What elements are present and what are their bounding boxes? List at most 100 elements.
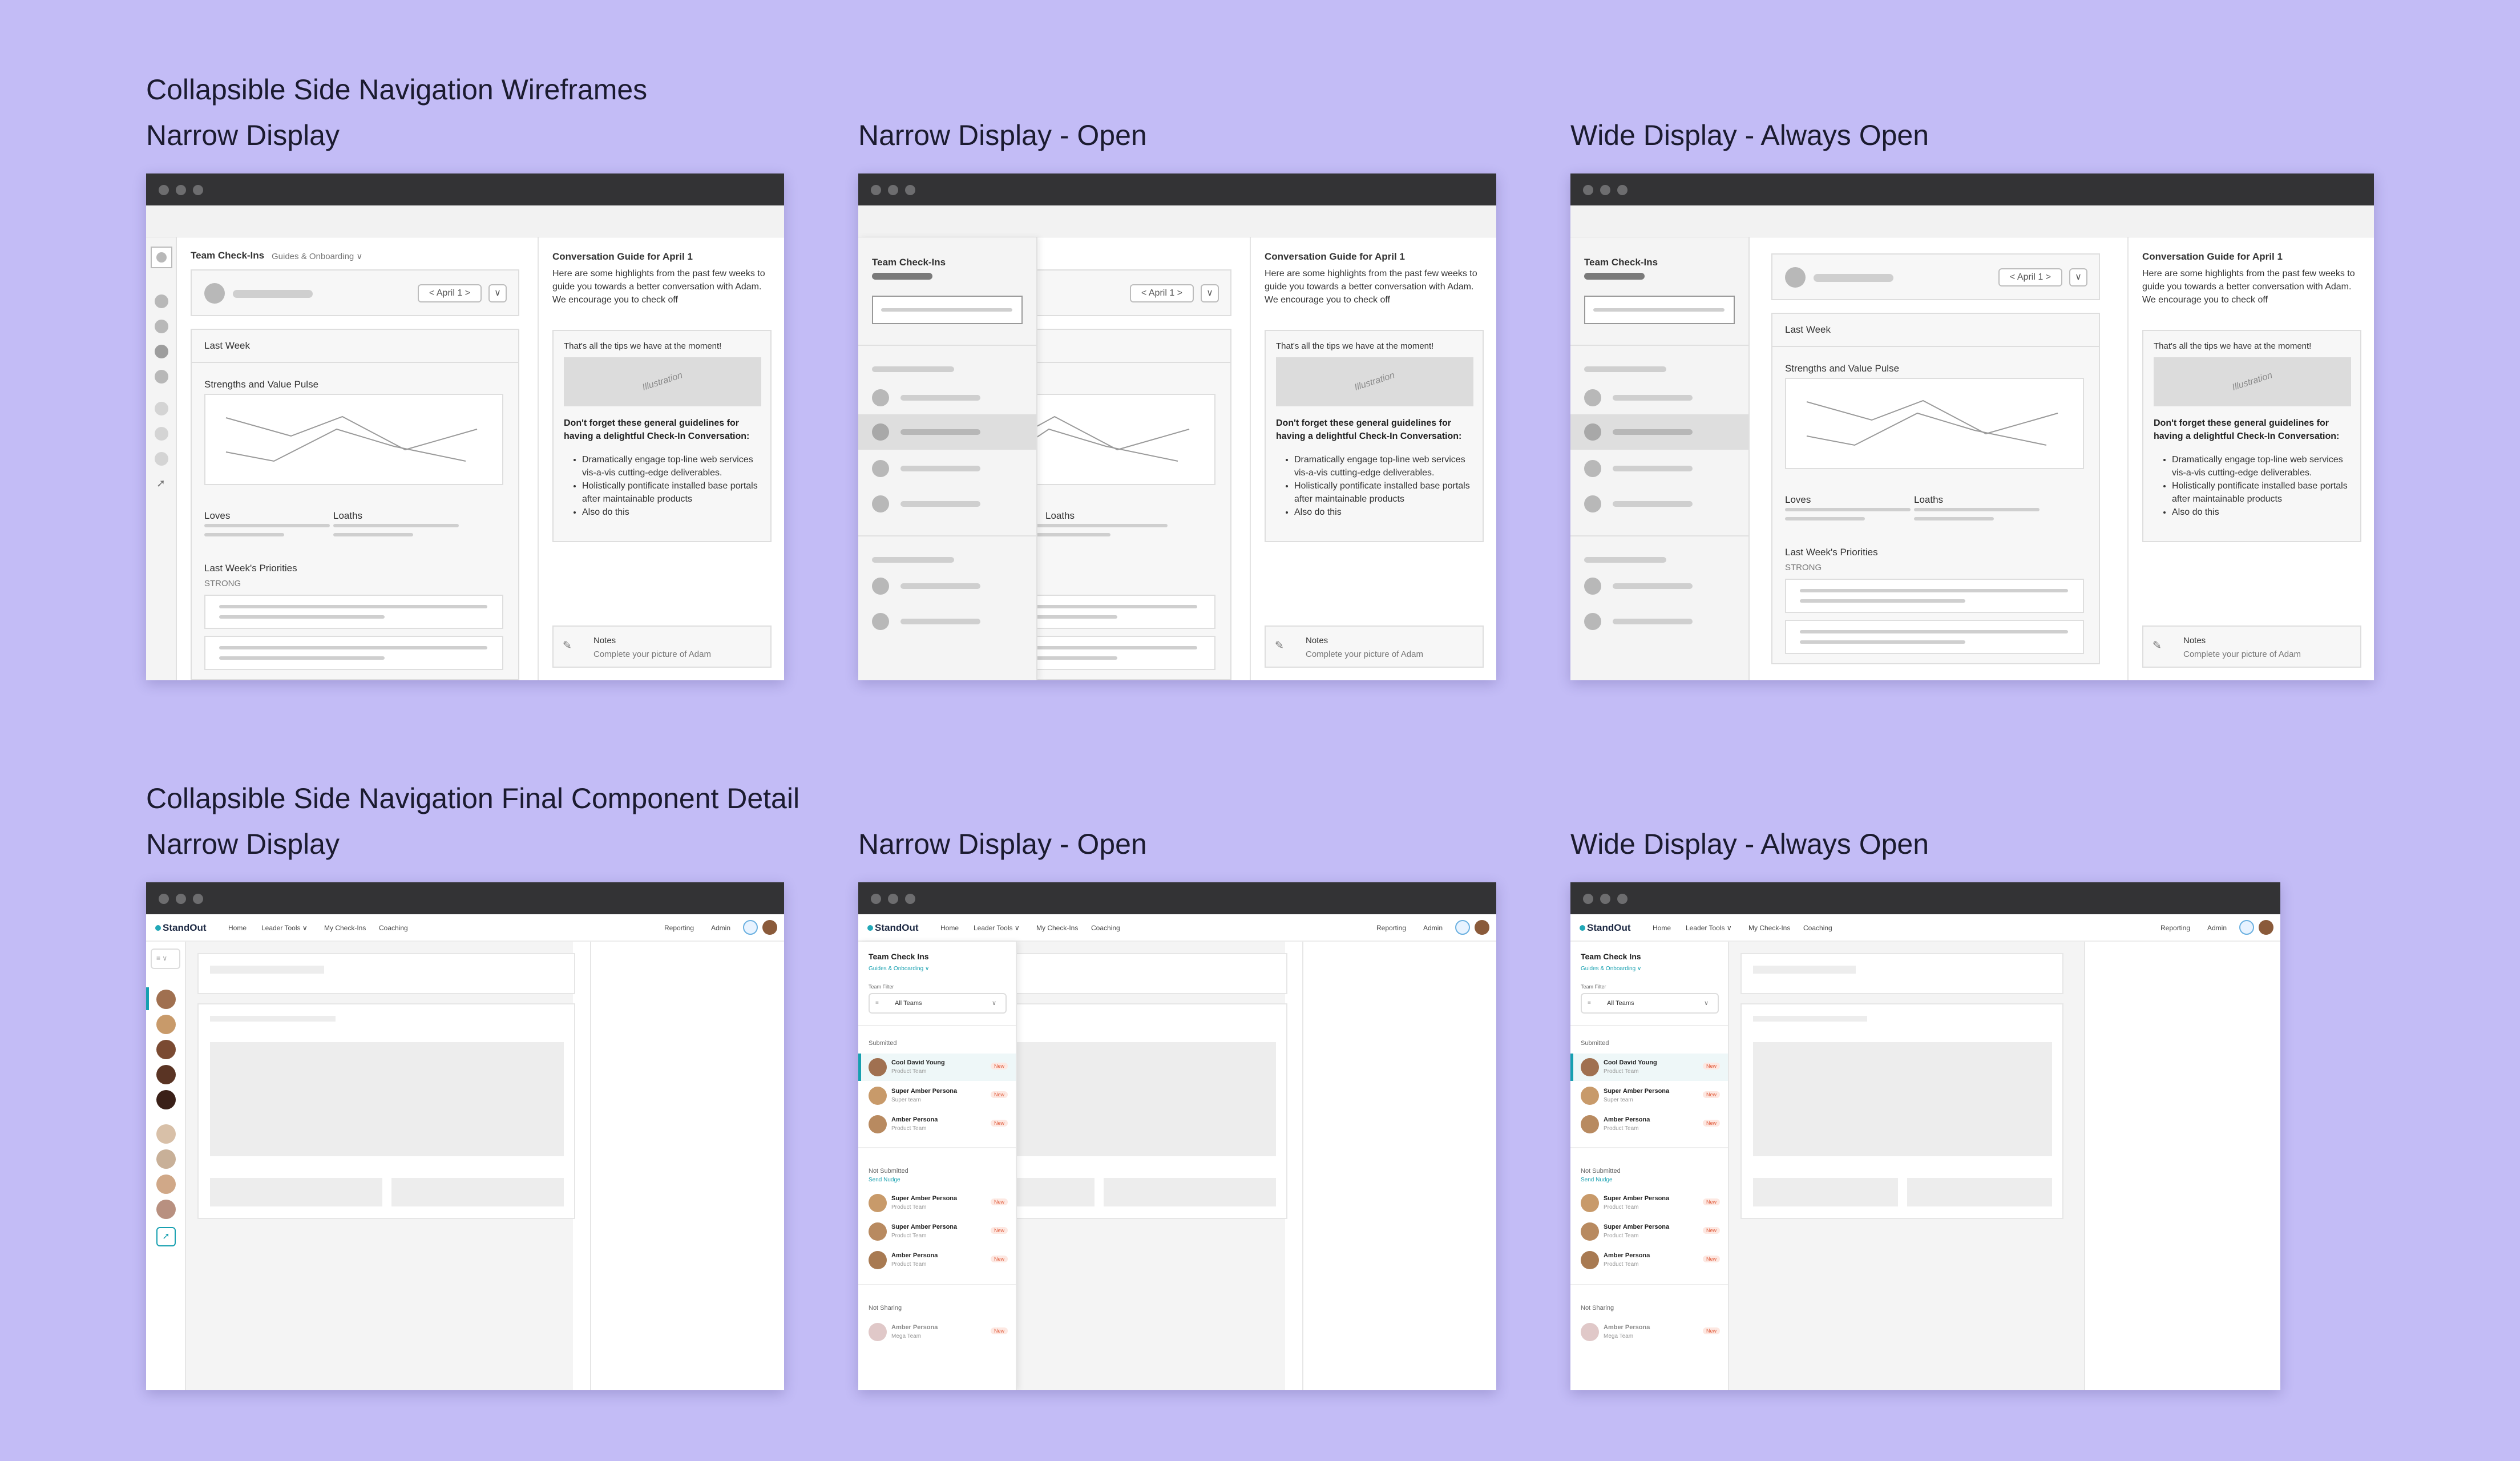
rail-avatar[interactable] (155, 294, 168, 308)
window-dot-close[interactable] (871, 185, 881, 195)
nav-reporting[interactable]: Reporting (1376, 924, 1406, 932)
person-avatar[interactable] (156, 1090, 176, 1109)
nav-my-checkins[interactable]: My Check-Ins (324, 924, 366, 932)
nav-reporting[interactable]: Reporting (664, 924, 694, 932)
notification-icon[interactable] (1455, 920, 1470, 935)
date-picker-button[interactable]: < April 1 > (1130, 284, 1194, 302)
nav-admin[interactable]: Admin (2207, 924, 2227, 932)
nav-my-checkins[interactable]: My Check-Ins (1748, 924, 1790, 932)
nav-person-avatar[interactable] (1584, 495, 1601, 512)
notification-icon[interactable] (2239, 920, 2254, 935)
date-picker-button[interactable]: < April 1 > (1998, 268, 2062, 286)
guides-onboarding-link[interactable]: Guides & Onboarding ∨ (869, 966, 929, 972)
rail-avatar[interactable] (155, 370, 168, 384)
nav-person-avatar[interactable] (872, 460, 889, 477)
window-dot-close[interactable] (1583, 894, 1593, 904)
priority-item[interactable] (1031, 636, 1215, 670)
user-avatar[interactable] (1475, 920, 1489, 935)
rail-toggle-button[interactable] (151, 247, 172, 268)
user-avatar[interactable] (762, 920, 777, 935)
person-row[interactable]: Amber Persona Product Team New (858, 1111, 1016, 1138)
date-dropdown-button[interactable]: ∨ (488, 284, 507, 302)
priority-item[interactable] (1031, 595, 1215, 629)
nav-admin[interactable]: Admin (1423, 924, 1443, 932)
nav-person-avatar[interactable] (1584, 613, 1601, 630)
team-filter-select[interactable]: ≡ All Teams ∨ (1581, 993, 1719, 1014)
nav-leader-tools[interactable]: Leader Tools ∨ (974, 924, 1020, 932)
date-dropdown-button[interactable]: ∨ (1201, 284, 1219, 302)
window-dot-close[interactable] (159, 185, 169, 195)
notes-card[interactable]: ✎ Notes Complete your picture of Adam (552, 625, 772, 668)
nav-person-avatar[interactable] (872, 578, 889, 595)
notes-card[interactable]: ✎ Notes Complete your picture of Adam (1265, 625, 1484, 668)
nav-home[interactable]: Home (940, 924, 959, 932)
person-row[interactable]: Super Amber Persona Product Team New (858, 1189, 1016, 1217)
person-row[interactable]: Amber Persona Mega Team New (858, 1318, 1016, 1346)
rail-avatar[interactable] (155, 427, 168, 441)
nav-person-avatar[interactable] (872, 613, 889, 630)
priority-item[interactable] (1785, 620, 2084, 654)
nav-coaching[interactable]: Coaching (1091, 924, 1120, 932)
person-avatar[interactable] (156, 1149, 176, 1169)
person-avatar[interactable] (156, 1200, 176, 1219)
person-row[interactable]: Amber Persona Product Team New (858, 1246, 1016, 1274)
guides-onboarding-link[interactable]: Guides & Onboarding ∨ (272, 251, 362, 261)
nav-select[interactable] (872, 296, 1023, 324)
person-row-selected[interactable]: Cool David Young Product Team New (858, 1054, 1016, 1081)
person-avatar[interactable] (156, 1065, 176, 1084)
person-row[interactable]: Super Amber Persona Product Team New (1570, 1189, 1728, 1217)
standout-logo[interactable]: StandOut (155, 922, 207, 934)
window-dot-close[interactable] (1583, 185, 1593, 195)
person-row[interactable]: Super Amber Persona Product Team New (858, 1218, 1016, 1245)
person-row[interactable]: Super Amber Persona Product Team New (1570, 1218, 1728, 1245)
rail-avatar[interactable] (155, 402, 168, 415)
person-avatar-selected[interactable] (156, 990, 176, 1009)
person-avatar[interactable] (156, 1175, 176, 1194)
window-dot-minimize[interactable] (888, 894, 898, 904)
nav-coaching[interactable]: Coaching (1803, 924, 1832, 932)
person-row[interactable]: Super Amber Persona Super team New (1570, 1082, 1728, 1109)
standout-logo[interactable]: StandOut (1580, 922, 1631, 934)
person-row[interactable]: Amber Persona Mega Team New (1570, 1318, 1728, 1346)
team-filter-select[interactable]: ≡ All Teams ∨ (869, 993, 1007, 1014)
window-dot-minimize[interactable] (176, 185, 186, 195)
send-nudge-link[interactable]: Send Nudge (869, 1177, 900, 1183)
nav-item-selected[interactable] (858, 414, 1036, 450)
window-dot-close[interactable] (871, 894, 881, 904)
window-dot-maximize[interactable] (905, 894, 915, 904)
nav-leader-tools[interactable]: Leader Tools ∨ (1686, 924, 1732, 932)
window-dot-close[interactable] (159, 894, 169, 904)
rail-avatar[interactable] (155, 320, 168, 333)
person-row-selected[interactable]: Cool David Young Product Team New (1570, 1054, 1728, 1081)
window-dot-minimize[interactable] (888, 185, 898, 195)
window-dot-minimize[interactable] (1600, 894, 1610, 904)
send-nudge-icon[interactable]: ➚ (156, 1227, 176, 1246)
date-dropdown-button[interactable]: ∨ (2069, 268, 2087, 286)
rail-avatar-selected[interactable] (155, 345, 168, 358)
nav-my-checkins[interactable]: My Check-Ins (1036, 924, 1078, 932)
window-dot-maximize[interactable] (905, 185, 915, 195)
nav-reporting[interactable]: Reporting (2160, 924, 2190, 932)
nav-person-avatar[interactable] (872, 389, 889, 406)
nav-admin[interactable]: Admin (711, 924, 730, 932)
person-row[interactable]: Amber Persona Product Team New (1570, 1246, 1728, 1274)
rail-avatar[interactable] (155, 452, 168, 466)
window-dot-maximize[interactable] (193, 185, 203, 195)
user-avatar[interactable] (2259, 920, 2273, 935)
standout-logo[interactable]: StandOut (867, 922, 919, 934)
date-picker-button[interactable]: < April 1 > (418, 284, 482, 302)
team-filter-collapsed[interactable]: ≡ ∨ (151, 949, 180, 969)
window-dot-minimize[interactable] (176, 894, 186, 904)
nav-person-avatar[interactable] (1584, 460, 1601, 477)
person-avatar[interactable] (156, 1040, 176, 1059)
priority-item[interactable] (204, 636, 503, 670)
person-row[interactable]: Super Amber Persona Super team New (858, 1082, 1016, 1109)
nav-home[interactable]: Home (1653, 924, 1671, 932)
window-dot-maximize[interactable] (193, 894, 203, 904)
notes-card[interactable]: ✎ Notes Complete your picture of Adam (2142, 625, 2361, 668)
nav-person-avatar[interactable] (872, 495, 889, 512)
nav-item-selected[interactable] (1570, 414, 1748, 450)
nav-home[interactable]: Home (228, 924, 247, 932)
window-dot-maximize[interactable] (1617, 894, 1628, 904)
guides-onboarding-link[interactable]: Guides & Onboarding ∨ (1581, 966, 1641, 972)
